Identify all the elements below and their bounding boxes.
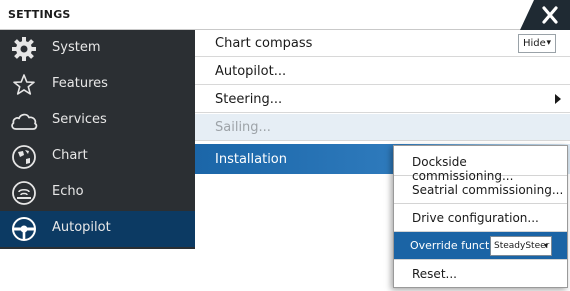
- sidebar-item-echo[interactable]: Echo: [0, 175, 195, 211]
- star-icon: [10, 71, 38, 99]
- sidebar-item-label: Autopilot: [52, 220, 111, 235]
- installation-submenu: Dockside commissioning... Seatrial commi…: [393, 145, 568, 288]
- menu-item-label: Reset...: [412, 267, 457, 281]
- row-label: Autopilot...: [215, 64, 287, 79]
- menu-item-label: Drive configuration...: [412, 211, 539, 225]
- sidebar-item-label: Chart: [52, 148, 88, 163]
- row-label: Sailing...: [215, 120, 271, 135]
- title-bar: SETTINGS: [0, 0, 570, 30]
- sidebar-item-chart[interactable]: Chart: [0, 139, 195, 175]
- sidebar-item-autopilot[interactable]: Autopilot: [0, 211, 195, 247]
- menu-item-drive-configuration[interactable]: Drive configuration...: [394, 204, 567, 232]
- sidebar-item-label: Echo: [52, 184, 84, 199]
- menu-item-seatrial-commissioning[interactable]: Seatrial commissioning...: [394, 176, 567, 204]
- row-chart-compass[interactable]: Chart compass Hide ▾: [195, 30, 570, 57]
- echo-sounder-icon: [10, 179, 38, 207]
- chevron-right-icon: [555, 94, 561, 104]
- window-title: SETTINGS: [8, 8, 71, 21]
- menu-item-dockside-commissioning[interactable]: Dockside commissioning...: [394, 148, 567, 183]
- sidebar-item-features[interactable]: Features: [0, 67, 195, 103]
- chart-compass-icon: [10, 143, 38, 171]
- override-function-dropdown[interactable]: SteadySteer ▾: [490, 236, 552, 256]
- dropdown-value: Hide: [523, 38, 546, 49]
- sidebar-item-label: Services: [52, 112, 107, 127]
- menu-item-reset[interactable]: Reset...: [394, 260, 567, 288]
- row-sailing: Sailing...: [195, 114, 570, 141]
- sidebar-item-services[interactable]: Services: [0, 103, 195, 139]
- row-steering[interactable]: Steering...: [195, 86, 570, 113]
- row-label: Installation: [215, 152, 288, 167]
- menu-item-label: Seatrial commissioning...: [412, 183, 564, 197]
- cloud-icon: [10, 107, 38, 135]
- chevron-down-icon: ▾: [543, 241, 548, 250]
- row-autopilot[interactable]: Autopilot...: [195, 58, 570, 85]
- close-icon[interactable]: [530, 0, 570, 30]
- sidebar-item-label: System: [52, 40, 101, 55]
- gear-icon: [10, 35, 38, 63]
- sidebar-item-label: Features: [52, 76, 108, 91]
- sidebar: System Features Services Chart Echo Auto…: [0, 30, 195, 249]
- steering-wheel-icon: [10, 215, 38, 243]
- menu-item-override-function[interactable]: Override function SteadySteer ▾: [394, 232, 567, 260]
- sidebar-item-system[interactable]: System: [0, 31, 195, 67]
- chevron-down-icon: ▾: [546, 38, 551, 48]
- chart-compass-dropdown[interactable]: Hide ▾: [518, 34, 556, 53]
- row-label: Steering...: [215, 92, 283, 107]
- row-label: Chart compass: [215, 36, 313, 51]
- dropdown-value: SteadySteer: [494, 241, 550, 251]
